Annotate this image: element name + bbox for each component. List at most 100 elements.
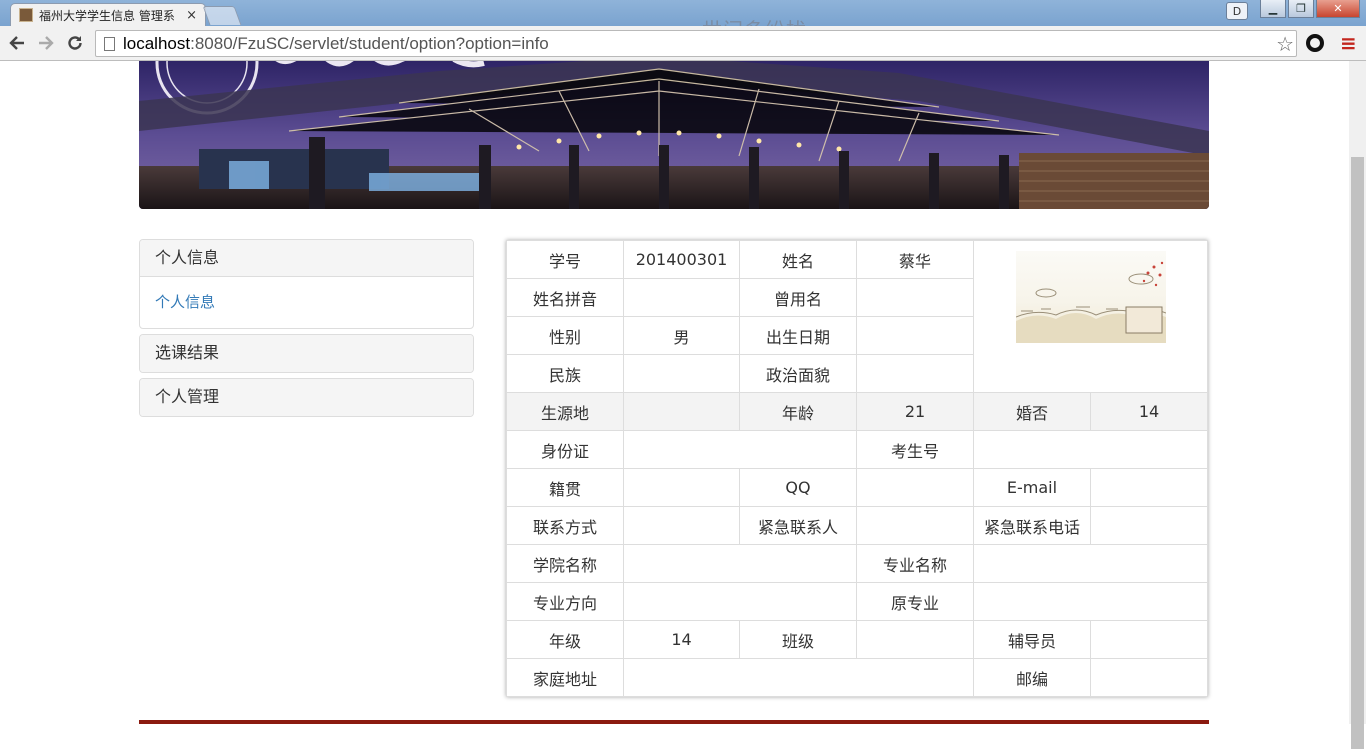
header-banner [139,61,1209,209]
label-former-name: 曾用名 [739,278,857,317]
sidebar-heading-personal-mgmt[interactable]: 个人管理 [140,379,473,416]
new-tab-button[interactable] [202,6,242,25]
label-exam-no: 考生号 [856,430,974,469]
page-scrollbar[interactable] [1349,61,1366,749]
value-major-direction [623,582,857,621]
value-exam-no [973,430,1208,469]
table-row: 身份证 考生号 [506,430,1208,469]
sidebar-panel-personal-mgmt: 个人管理 [139,378,474,417]
label-origin: 生源地 [506,392,624,431]
page-viewport: 个人信息 个人信息 选课结果 个人管理 学号 201400301 姓名 蔡华 姓… [0,61,1349,724]
value-name: 蔡华 [856,240,974,279]
minimize-icon[interactable]: ▁ [1260,0,1286,18]
label-id-card: 身份证 [506,430,624,469]
value-qq [856,468,974,507]
url-host: localhost [123,33,191,53]
label-college: 学院名称 [506,544,624,583]
label-postcode: 邮编 [973,658,1091,697]
restore-icon[interactable]: ❐ [1288,0,1314,18]
label-major-direction: 专业方向 [506,582,624,621]
value-birth-date [856,316,974,355]
table-row: 年级 14 班级 辅导员 [506,620,1208,659]
photo-cell [973,240,1208,393]
back-icon[interactable] [6,32,28,54]
value-name-pinyin [623,278,740,317]
value-email [1090,468,1208,507]
value-contact [623,506,740,545]
value-counselor [1090,620,1208,659]
value-class [856,620,974,659]
scrollbar-thumb[interactable] [1351,157,1364,749]
label-emergency-phone: 紧急联系电话 [973,506,1091,545]
value-age: 21 [856,392,974,431]
label-name-pinyin: 姓名拼音 [506,278,624,317]
value-postcode [1090,658,1208,697]
value-college [623,544,857,583]
student-photo [1015,251,1166,343]
table-row: 联系方式 紧急联系人 紧急联系电话 [506,506,1208,545]
sidebar-heading-personal-info[interactable]: 个人信息 [140,240,473,277]
sidebar-panel-personal-info: 个人信息 个人信息 [139,239,474,329]
label-counselor: 辅导员 [973,620,1091,659]
value-gender: 男 [623,316,740,355]
footer-bar [139,720,1209,724]
label-grade: 年级 [506,620,624,659]
browser-tab[interactable]: 福州大学学生信息 管理系 × [10,3,206,26]
sidebar-heading-course-results[interactable]: 选课结果 [140,335,473,372]
label-name: 姓名 [739,240,857,279]
value-ethnicity [623,354,740,393]
value-grade: 14 [623,620,740,659]
label-home-address: 家庭地址 [506,658,624,697]
label-political-status: 政治面貌 [739,354,857,393]
label-emergency-contact: 紧急联系人 [739,506,857,545]
label-class: 班级 [739,620,857,659]
value-political-status [856,354,974,393]
label-gender: 性别 [506,316,624,355]
profile-button[interactable]: D [1226,2,1248,20]
value-native-place [623,468,740,507]
value-former-name [856,278,974,317]
table-row: 学院名称 专业名称 [506,544,1208,583]
label-major: 专业名称 [856,544,974,583]
reload-icon[interactable] [64,32,86,54]
sidebar-link-personal-info[interactable]: 个人信息 [155,293,215,311]
value-emergency-phone [1090,506,1208,545]
value-major [973,544,1208,583]
browser-titlebar: 福州大学学生信息 管理系 × 世间多纷扰 D ▁ ❐ ✕ [0,0,1366,42]
label-qq: QQ [739,468,857,507]
close-window-icon[interactable]: ✕ [1316,0,1360,18]
address-bar[interactable]: localhost:8080/FzuSC/servlet/student/opt… [95,30,1297,57]
table-row: 生源地 年龄 21 婚否 14 [506,392,1208,431]
label-ethnicity: 民族 [506,354,624,393]
bookmark-star-icon[interactable]: ☆ [1276,32,1294,56]
table-row: 专业方向 原专业 [506,582,1208,621]
window-controls: ▁ ❐ ✕ [1260,0,1360,18]
sidebar-panel-course-results: 选课结果 [139,334,474,373]
table-row: 学号 201400301 姓名 蔡华 [506,240,1208,393]
table-row: 家庭地址 邮编 [506,658,1208,697]
extension-icon[interactable] [1306,34,1324,52]
label-age: 年龄 [739,392,857,431]
url-path: :8080/FzuSC/servlet/student/option?optio… [190,33,549,53]
value-student-id: 201400301 [623,240,740,279]
value-original-major [973,582,1208,621]
student-info-table: 学号 201400301 姓名 蔡华 姓名拼音 曾用名 性别 男 出生日期 民族… [506,240,1208,697]
label-student-id: 学号 [506,240,624,279]
forward-icon[interactable] [35,32,57,54]
label-email: E-mail [973,468,1091,507]
label-birth-date: 出生日期 [739,316,857,355]
table-row: 籍贯 QQ E-mail [506,468,1208,507]
browser-toolbar: localhost:8080/FzuSC/servlet/student/opt… [0,26,1366,61]
favicon-icon [19,8,33,22]
label-married: 婚否 [973,392,1091,431]
value-id-card [623,430,857,469]
label-native-place: 籍贯 [506,468,624,507]
value-home-address [623,658,974,697]
tab-close-icon[interactable]: × [186,8,197,23]
value-married: 14 [1090,392,1208,431]
label-contact: 联系方式 [506,506,624,545]
label-original-major: 原专业 [856,582,974,621]
tab-title: 福州大学学生信息 管理系 [39,8,175,23]
value-origin [623,392,740,431]
browser-menu-icon[interactable]: ≡ [1340,31,1357,55]
